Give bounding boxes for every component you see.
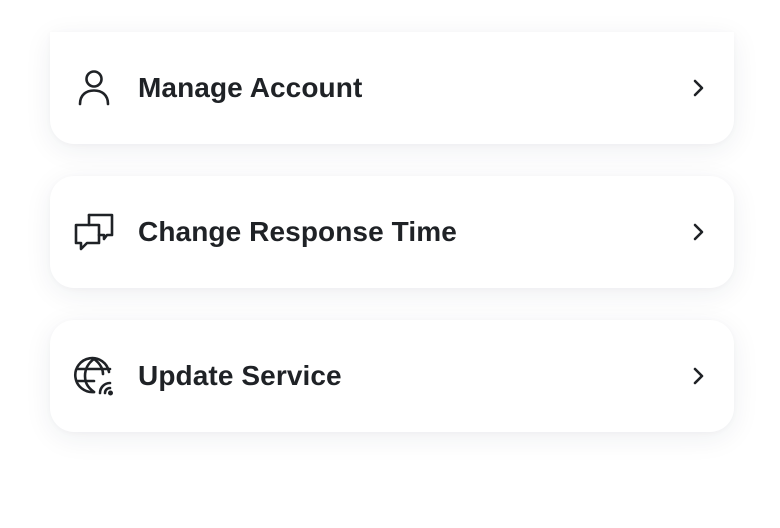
globe-wifi-icon — [72, 354, 116, 398]
user-icon — [72, 66, 116, 110]
menu-item-label: Manage Account — [138, 72, 363, 103]
menu-item-label: Change Response Time — [138, 216, 457, 247]
chevron-right-icon — [684, 74, 712, 102]
menu-item-label: Update Service — [138, 360, 342, 391]
chevron-right-icon — [684, 362, 712, 390]
menu-item-manage-account[interactable]: Manage Account — [50, 32, 734, 144]
settings-menu: Manage Account Change Response Time Upda… — [0, 0, 780, 528]
chevron-right-icon — [684, 218, 712, 246]
menu-item-update-service[interactable]: Update Service — [50, 320, 734, 432]
menu-item-change-response-time[interactable]: Change Response Time — [50, 176, 734, 288]
chat-bubbles-icon — [72, 210, 116, 254]
